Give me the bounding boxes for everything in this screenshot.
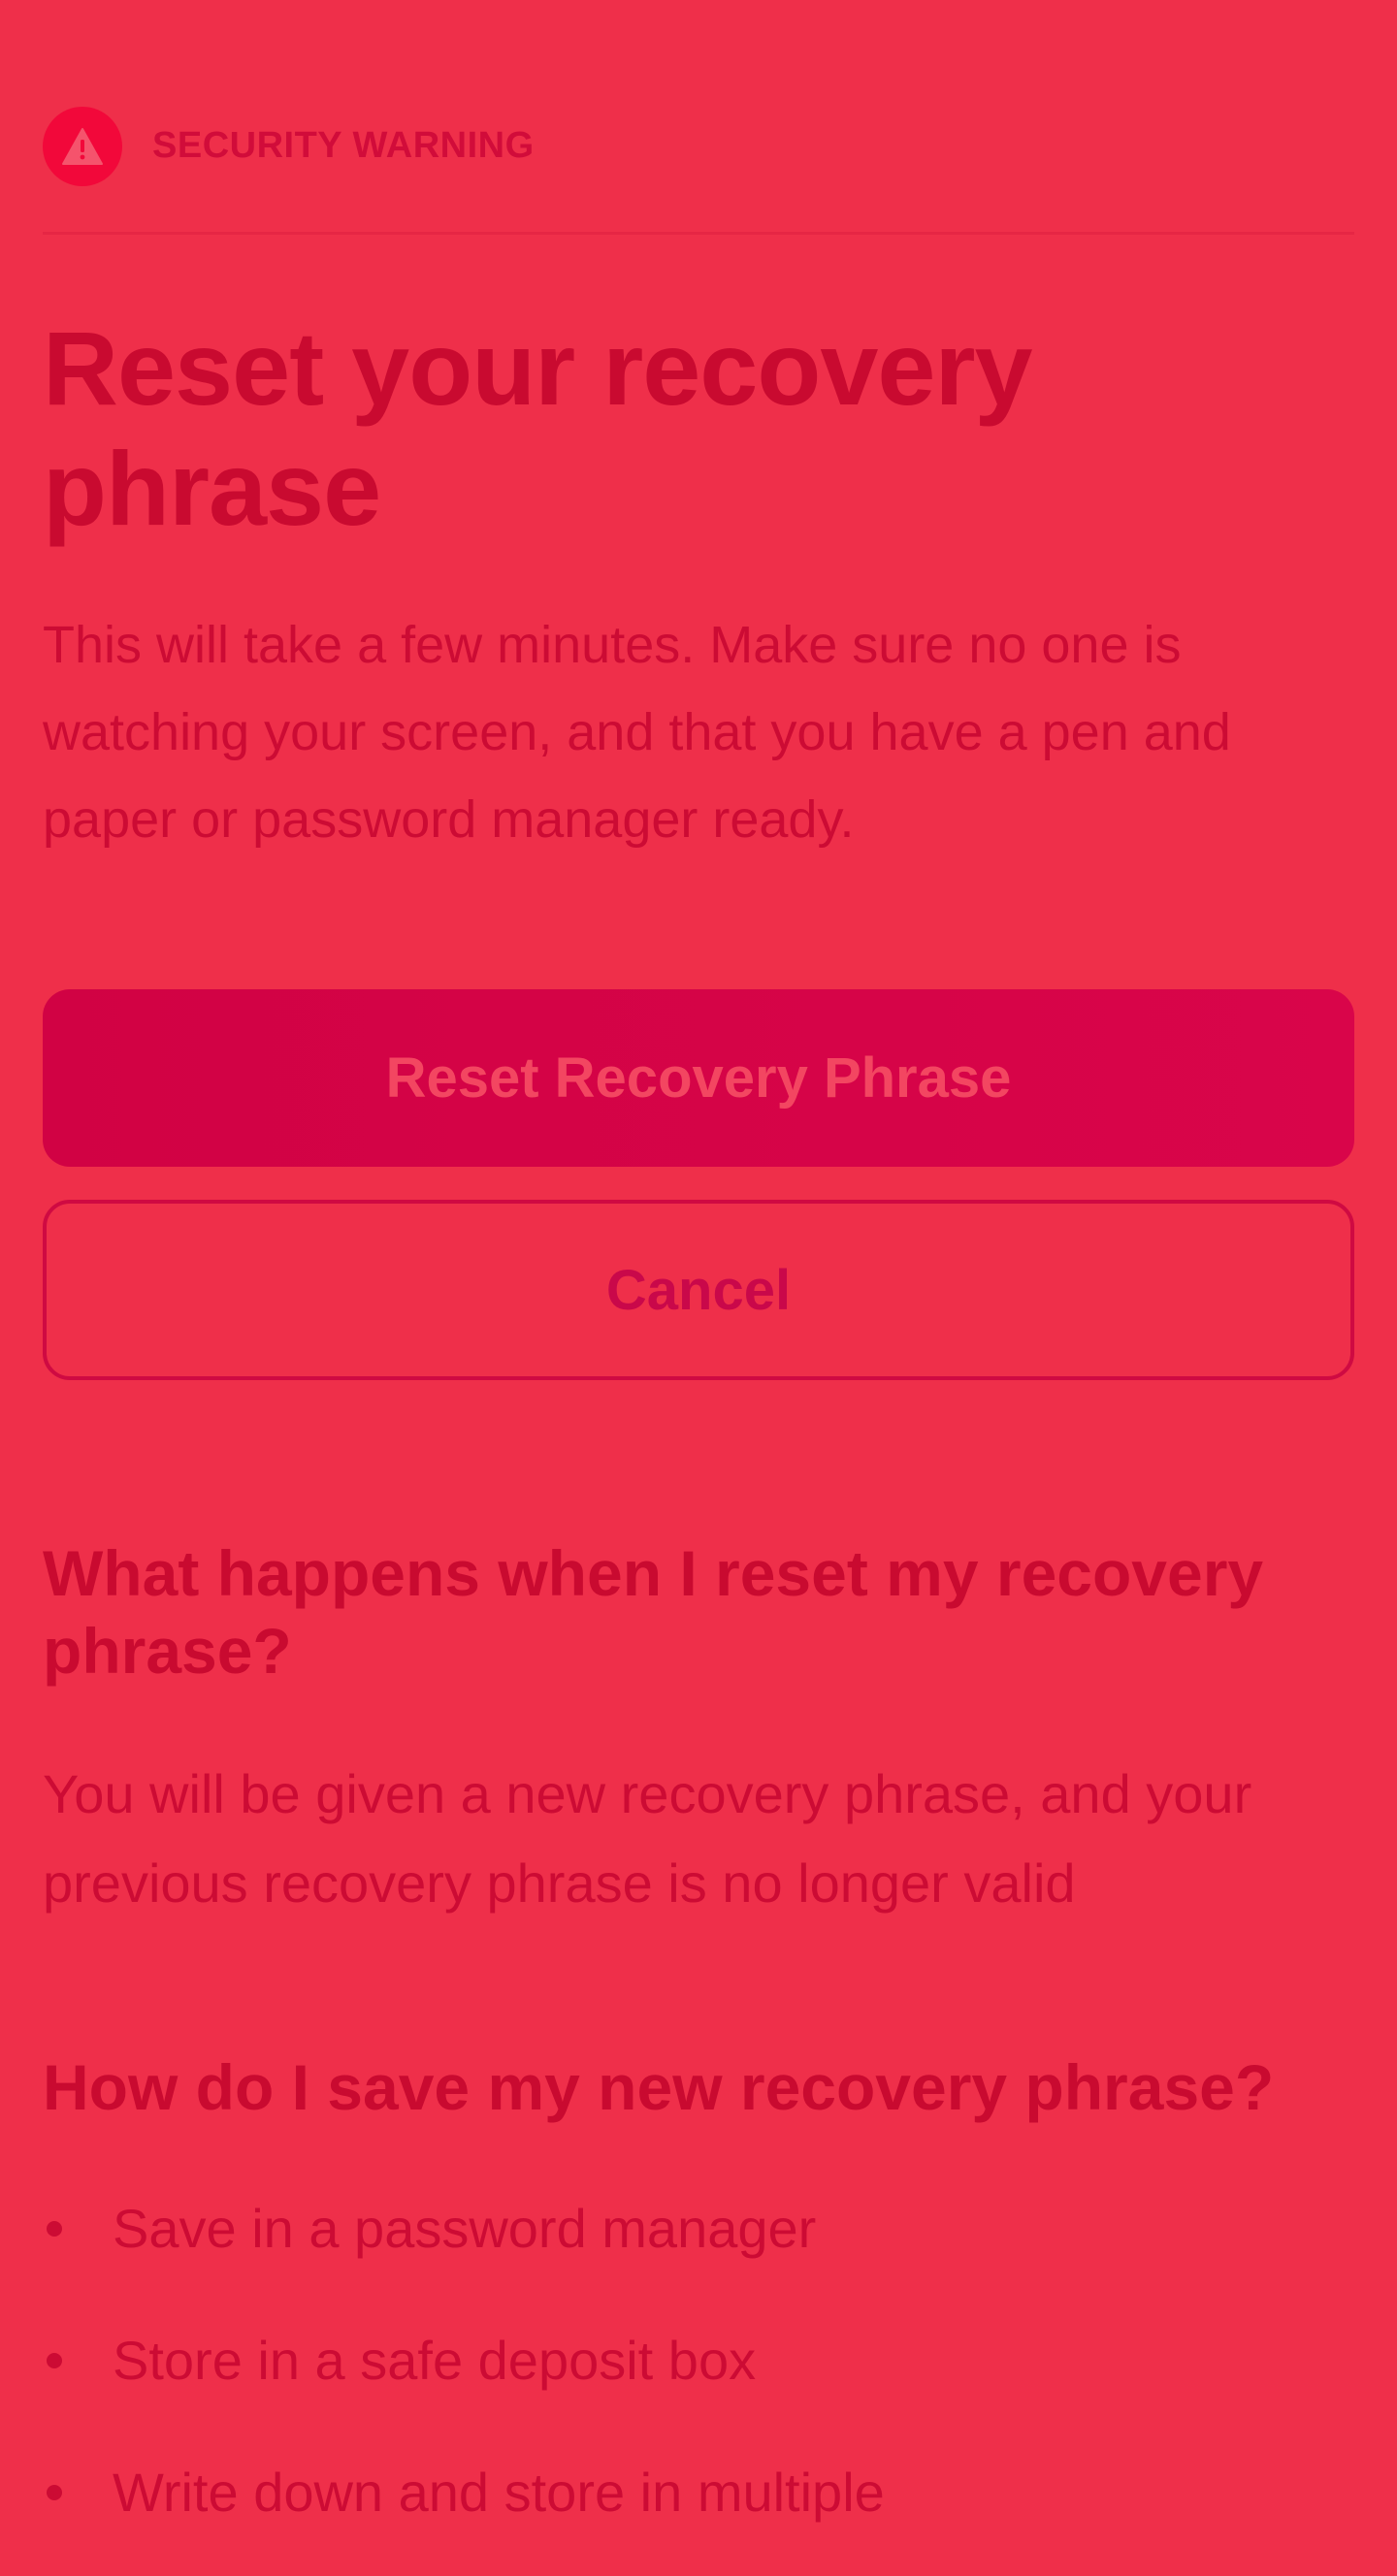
security-warning-label: SECURITY WARNING <box>152 125 535 166</box>
cancel-button[interactable]: Cancel <box>43 1200 1354 1380</box>
faq-question-reset: What happens when I reset my recovery ph… <box>43 1537 1264 1687</box>
faq-answer-reset: You will be given a new recovery phrase,… <box>43 1763 1252 1914</box>
list-item-label: Store in a safe deposit box <box>113 2330 757 2391</box>
warning-triangle-icon <box>43 107 122 186</box>
bullet-icon <box>47 2353 62 2368</box>
list-item: Store in a safe deposit box <box>43 2312 1354 2444</box>
intro-text: This will take a few minutes. Make sure … <box>43 616 1231 849</box>
reset-recovery-screen: SECURITY WARNING Reset your recovery phr… <box>0 0 1397 2523</box>
list-item-label: Save in a password manager <box>113 2198 817 2259</box>
save-options-list: Save in a password manager Store in a sa… <box>43 2180 1354 2576</box>
faq-question-save: How do I save my new recovery phrase? <box>43 2051 1275 2123</box>
page-title: Reset your recovery phrase <box>43 309 1033 547</box>
security-warning-header: SECURITY WARNING <box>43 107 1354 235</box>
list-item: Write down and store in multiple <box>43 2444 1354 2576</box>
bullet-icon <box>47 2221 62 2237</box>
bullet-icon <box>47 2485 62 2500</box>
reset-recovery-phrase-button[interactable]: Reset Recovery Phrase <box>43 989 1354 1167</box>
list-item: Save in a password manager <box>43 2180 1354 2312</box>
list-item-label: Write down and store in multiple <box>113 2462 885 2523</box>
